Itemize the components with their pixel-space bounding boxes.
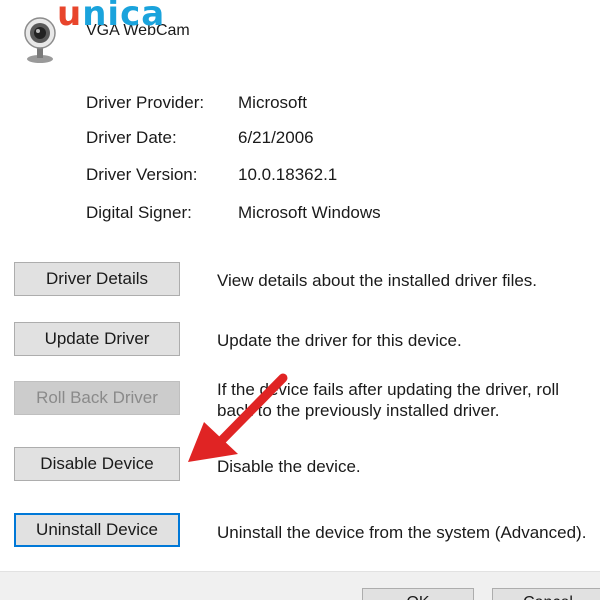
ok-button[interactable]: OK <box>362 588 474 600</box>
driver-version-value: 10.0.18362.1 <box>238 165 338 184</box>
dialog-footer: OK Cancel <box>0 571 600 600</box>
digital-signer-label: Digital Signer: <box>86 203 192 222</box>
driver-details-button[interactable]: Driver Details <box>14 262 180 296</box>
driver-date-label: Driver Date: <box>86 128 177 147</box>
driver-provider-value: Microsoft <box>238 93 307 112</box>
uninstall-device-button[interactable]: Uninstall Device <box>14 513 180 547</box>
roll-back-driver-button[interactable]: Roll Back Driver <box>14 381 180 415</box>
disable-device-button[interactable]: Disable Device <box>14 447 180 481</box>
driver-date-value: 6/21/2006 <box>238 128 314 147</box>
cancel-button[interactable]: Cancel <box>492 588 600 600</box>
update-driver-button[interactable]: Update Driver <box>14 322 180 356</box>
digital-signer-value: Microsoft Windows <box>238 203 381 222</box>
unica-logo: unica <box>57 0 166 34</box>
webcam-icon <box>24 17 56 63</box>
driver-properties-dialog: unica VGA WebCam Driver Provider: Micros… <box>0 0 600 600</box>
roll-back-driver-description: If the device fails after updating the d… <box>217 380 560 420</box>
update-driver-description: Update the driver for this device. <box>217 331 462 350</box>
uninstall-device-description: Uninstall the device from the system (Ad… <box>217 523 587 542</box>
driver-version-label: Driver Version: <box>86 165 198 184</box>
driver-details-description: View details about the installed driver … <box>217 271 538 290</box>
driver-provider-label: Driver Provider: <box>86 93 205 112</box>
disable-device-description: Disable the device. <box>217 457 361 476</box>
